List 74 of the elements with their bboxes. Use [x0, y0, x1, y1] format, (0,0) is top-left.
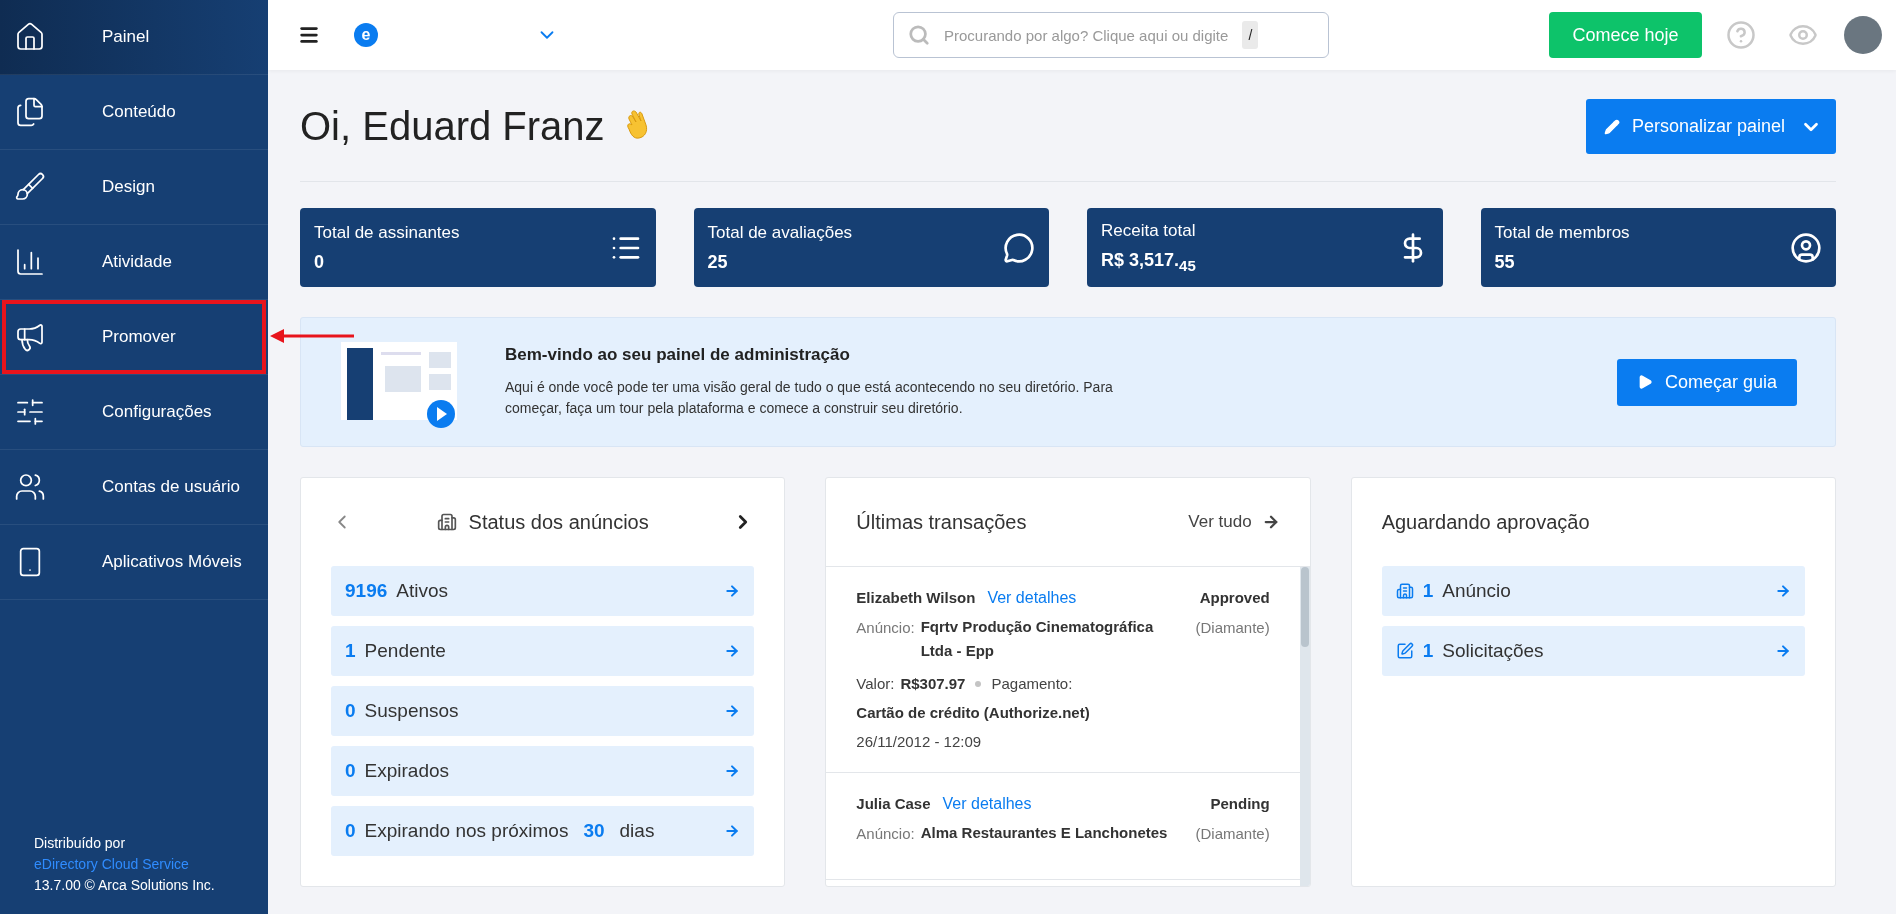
level-text: (Diamante) — [1195, 619, 1270, 636]
dot-icon — [975, 681, 982, 687]
listing-name: Fqrtv Produção Cinematográfica Ltda - Epp — [920, 617, 1155, 661]
welcome-text: Aqui é onde você pode ter uma visão geral de tudo o que está acontecendo no seu diretório. Para começar, faça um tour pela plataforma e comece a construir seu diretório. — [505, 378, 1114, 418]
search-icon — [908, 24, 930, 46]
customize-button[interactable]: Personalizar painel — [1586, 99, 1836, 154]
status-row[interactable]: 0 Expirando nos próximos 30 dias — [331, 806, 755, 856]
date-text: 26/11/2012 - 12:09 — [856, 733, 982, 750]
details-link[interactable]: Ver detalhes — [987, 589, 1077, 607]
avatar[interactable] — [1844, 16, 1882, 54]
approval-row[interactable]: 1 Solicitações — [1381, 626, 1805, 676]
stat-label: Receita total — [1101, 221, 1196, 242]
status-row[interactable]: 9196 Ativos — [331, 566, 755, 616]
level-text: (Diamante) — [1195, 825, 1270, 842]
status-text: Approved — [1199, 589, 1270, 606]
view-all-link[interactable]: Ver tudo — [1188, 512, 1280, 532]
building-icon — [1395, 582, 1414, 600]
stat-label: Total de membros — [1494, 222, 1630, 243]
shortcut-key: / — [1242, 21, 1259, 49]
start-tour-button[interactable]: Começar guia — [1617, 358, 1797, 406]
customer-name: Elizabeth Wilson — [856, 589, 976, 606]
panel-title: Aguardando aprovação — [1381, 510, 1590, 534]
field-label: Valor: — [856, 675, 895, 692]
bar-chart-icon — [14, 246, 46, 278]
arrow-right-icon — [1775, 643, 1791, 659]
status-row[interactable]: 1 Pendente — [331, 626, 755, 676]
listing-name: Alma Restaurantes E Lanchonetes — [920, 823, 1168, 843]
sliders-icon — [14, 396, 46, 428]
sidebar-item[interactable]: Atividade — [0, 225, 268, 300]
arrow-right-icon — [1775, 583, 1791, 599]
brush-icon — [14, 171, 46, 203]
menu-icon[interactable] — [298, 24, 320, 46]
footer-text: Distribuído por — [34, 834, 127, 853]
sidebar-item[interactable]: Conteúdo — [0, 75, 268, 150]
panel-title: Status dos anúncios — [468, 510, 649, 534]
documents-icon — [14, 96, 46, 128]
stat-label: Total de assinantes — [314, 222, 460, 243]
building-icon — [436, 512, 457, 532]
status-row[interactable]: 0 Expirados — [331, 746, 755, 796]
details-link[interactable]: Ver detalhes — [942, 795, 1032, 813]
play-icon — [1637, 373, 1653, 391]
stat-value: 0 — [314, 251, 325, 273]
panel-title: Últimas transações — [856, 510, 1027, 534]
status-row[interactable]: 0 Suspensos — [331, 686, 755, 736]
stat-label: Total de avaliações — [707, 222, 853, 243]
search-field[interactable]: Procurando por algo? Clique aqui ou digite / — [893, 12, 1329, 58]
status-text: Pending — [1210, 795, 1270, 812]
home-icon — [14, 21, 46, 53]
users-icon — [14, 471, 46, 503]
customer-name: Julia Case — [856, 795, 931, 812]
sidebar-item[interactable]: Contas de usuário — [0, 450, 268, 525]
pencil-icon — [1604, 118, 1620, 135]
sidebar-item[interactable]: Configurações — [0, 375, 268, 450]
greeting-title: Oi, Eduard Franz — [300, 104, 605, 149]
version-text: 13.7.00 © Arca Solutions Inc. — [34, 876, 216, 895]
edit-icon — [1395, 642, 1414, 660]
scrollbar[interactable] — [1299, 567, 1310, 886]
field-label: Anúncio: — [856, 619, 915, 636]
megaphone-icon — [14, 321, 46, 353]
payment-method: Cartão de crédito (Authorize.net) — [856, 704, 1090, 721]
speech-bubble-icon — [1003, 231, 1035, 264]
stat-value: 55 — [1494, 251, 1516, 273]
approval-row[interactable]: 1 Anúncio — [1381, 566, 1805, 616]
sidebar-item[interactable]: Painel — [0, 0, 268, 75]
logo[interactable]: e — [354, 23, 378, 47]
field-label: Anúncio: — [856, 825, 915, 842]
user-circle-icon — [1790, 231, 1822, 264]
stat-value: 25 — [707, 251, 729, 273]
amount-text: R$307.97 — [900, 675, 966, 692]
welcome-title: Bem-vindo ao seu painel de administração — [505, 345, 851, 365]
sidebar-item[interactable]: Design — [0, 150, 268, 225]
sidebar-item[interactable]: Aplicativos Móveis — [0, 525, 268, 600]
field-label: Pagamento: — [991, 675, 1073, 692]
stat-value: R$ 3,517.$_{45}$ — [1101, 250, 1196, 274]
